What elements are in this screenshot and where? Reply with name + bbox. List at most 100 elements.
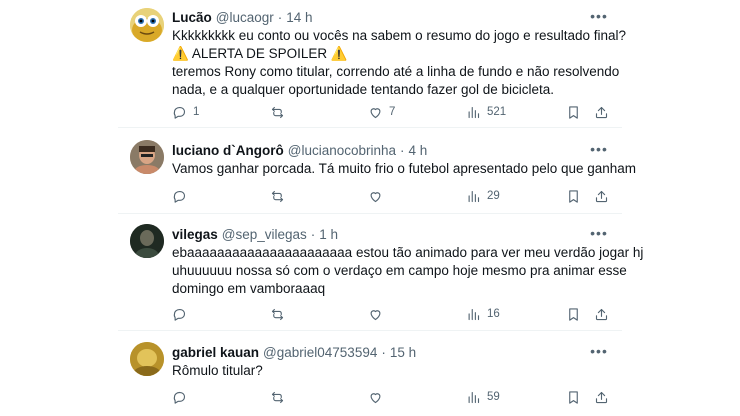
tweet-header: Lucão @lucaogr · 14 h xyxy=(172,8,313,26)
bookmark-button[interactable] xyxy=(566,186,581,206)
retweet-icon xyxy=(271,308,284,320)
view-count: 29 xyxy=(487,190,500,202)
share-button[interactable] xyxy=(594,387,609,407)
reply-button[interactable] xyxy=(172,387,193,407)
tweet-line: nada, e a qualquer oportunidade tentando… xyxy=(172,82,555,97)
bookmark-icon xyxy=(569,189,578,203)
more-options-icon[interactable]: ••• xyxy=(590,141,608,157)
share-icon xyxy=(595,190,608,202)
retweet-button[interactable] xyxy=(270,186,291,206)
reply-count: 1 xyxy=(193,106,200,118)
heart-icon xyxy=(370,191,381,202)
action-bar: 16 xyxy=(172,304,612,324)
views-button[interactable]: 59 xyxy=(466,387,500,407)
separator-dot: · xyxy=(381,344,386,360)
reply-icon xyxy=(173,106,186,119)
retweet-icon xyxy=(271,190,284,202)
tweet-header: gabriel kauan @gabriel04753594 · 15 h xyxy=(172,343,416,361)
divider xyxy=(118,127,622,128)
reply-button[interactable] xyxy=(172,186,193,206)
views-button[interactable]: 16 xyxy=(466,304,500,324)
analytics-icon xyxy=(468,106,480,118)
bookmark-icon xyxy=(569,390,578,404)
retweet-button[interactable] xyxy=(270,102,291,122)
bookmark-icon xyxy=(569,307,578,321)
retweet-button[interactable] xyxy=(270,387,291,407)
tweet-text: ebaaaaaaaaaaaaaaaaaaaaaa estou tão anima… xyxy=(172,244,644,298)
display-name[interactable]: gabriel kauan xyxy=(172,345,259,360)
retweet-button[interactable] xyxy=(270,304,291,324)
more-options-icon[interactable]: ••• xyxy=(590,343,608,359)
tweet-line: ebaaaaaaaaaaaaaaaaaaaaaa estou tão anima… xyxy=(172,245,644,260)
views-button[interactable]: 521 xyxy=(466,102,506,122)
heart-icon xyxy=(370,309,381,320)
analytics-icon xyxy=(468,190,480,202)
tweet-line: domingo em vamboraaaq xyxy=(172,281,326,296)
tweet[interactable]: luciano d`Angorô @lucianocobrinha · 4 h … xyxy=(118,140,637,208)
timestamp[interactable]: 1 h xyxy=(319,227,338,242)
more-options-icon[interactable]: ••• xyxy=(590,225,608,241)
user-handle[interactable]: @gabriel04753594 xyxy=(263,345,377,360)
share-button[interactable] xyxy=(594,102,609,122)
timestamp[interactable]: 15 h xyxy=(390,345,416,360)
user-handle[interactable]: @lucianocobrinha xyxy=(288,143,396,158)
retweet-icon xyxy=(271,391,284,403)
tweet[interactable]: vilegas @sep_vilegas · 1 h ••• ebaaaaaaa… xyxy=(118,224,644,324)
action-bar: 29 xyxy=(172,186,612,206)
tweet-line: ⚠️ ALERTA DE SPOILER ⚠️ xyxy=(172,46,348,61)
like-button[interactable] xyxy=(368,186,389,206)
user-handle[interactable]: @sep_vilegas xyxy=(222,227,307,242)
bookmark-button[interactable] xyxy=(566,387,581,407)
user-handle[interactable]: @lucaogr xyxy=(216,10,274,25)
tweet-text: Vamos ganhar porcada. Tá muito frio o fu… xyxy=(172,160,637,178)
like-button[interactable] xyxy=(368,304,389,324)
display-name[interactable]: Lucão xyxy=(172,10,212,25)
share-icon xyxy=(595,308,608,320)
tweet[interactable]: gabriel kauan @gabriel04753594 · 15 h ••… xyxy=(118,342,622,412)
bookmark-button[interactable] xyxy=(566,102,581,122)
timestamp[interactable]: 14 h xyxy=(286,10,312,25)
reply-button[interactable] xyxy=(172,304,193,324)
reply-button[interactable]: 1 xyxy=(172,102,199,122)
tweet-line: Kkkkkkkkk eu conto ou vocês na sabem o r… xyxy=(172,28,627,43)
avatar[interactable] xyxy=(130,140,164,174)
tweet-line: teremos Rony como titular, correndo até … xyxy=(172,64,620,79)
more-options-icon[interactable]: ••• xyxy=(590,8,608,24)
like-button[interactable] xyxy=(368,387,389,407)
tweet-text: Rômulo titular? xyxy=(172,362,612,380)
bookmark-button[interactable] xyxy=(566,304,581,324)
heart-icon xyxy=(370,392,381,403)
share-icon xyxy=(595,391,608,403)
avatar[interactable] xyxy=(130,224,164,258)
reply-icon xyxy=(173,308,186,321)
retweet-icon xyxy=(271,106,284,118)
reply-feed: Lucão @lucaogr · 14 h ••• Kkkkkkkkk eu c… xyxy=(118,0,644,416)
tweet-text: Kkkkkkkkk eu conto ou vocês na sabem o r… xyxy=(172,27,627,99)
tweet-line: Rômulo titular? xyxy=(172,363,263,378)
action-bar: 59 xyxy=(172,387,612,407)
tweet[interactable]: Lucão @lucaogr · 14 h ••• Kkkkkkkkk eu c… xyxy=(118,6,627,124)
analytics-icon xyxy=(468,308,480,320)
tweet-line: uhuuuuuu nossa só com o verdaço em campo… xyxy=(172,263,627,278)
display-name[interactable]: luciano d`Angorô xyxy=(172,143,284,158)
view-count: 16 xyxy=(487,308,500,320)
separator-dot: · xyxy=(277,9,283,25)
like-button[interactable]: 7 xyxy=(368,102,395,122)
share-button[interactable] xyxy=(594,304,609,324)
share-button[interactable] xyxy=(594,186,609,206)
tweet-line: Vamos ganhar porcada. Tá muito frio o fu… xyxy=(172,161,637,176)
avatar[interactable] xyxy=(130,342,164,376)
separator-dot: · xyxy=(310,226,316,242)
tweet-header: luciano d`Angorô @lucianocobrinha · 4 h xyxy=(172,141,427,159)
action-bar: 1 7 521 xyxy=(172,102,612,122)
display-name[interactable]: vilegas xyxy=(172,227,218,242)
like-count: 7 xyxy=(389,106,396,118)
divider xyxy=(118,330,622,331)
analytics-icon xyxy=(468,391,480,403)
views-button[interactable]: 29 xyxy=(466,186,500,206)
reply-icon xyxy=(173,391,186,404)
share-icon xyxy=(595,106,608,118)
view-count: 521 xyxy=(487,106,507,118)
avatar[interactable] xyxy=(130,8,164,42)
timestamp[interactable]: 4 h xyxy=(409,143,428,158)
